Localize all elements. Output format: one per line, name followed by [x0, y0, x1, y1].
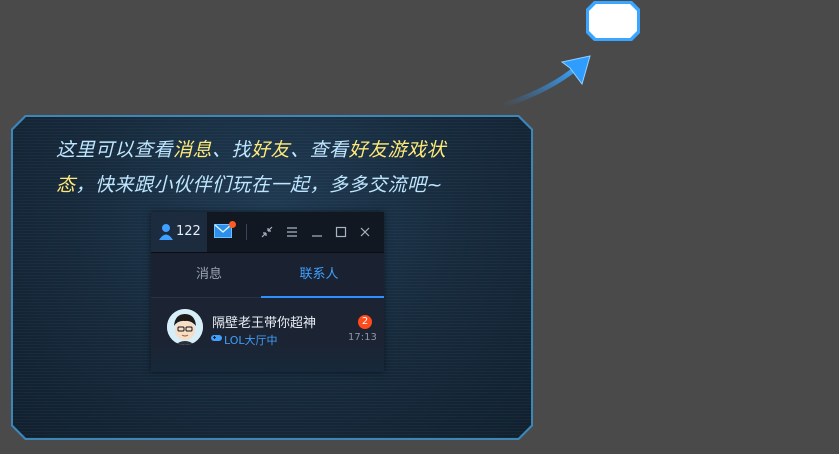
close-icon[interactable]: [357, 224, 373, 240]
tooltip-highlight-game-status: 好友游戏状: [348, 139, 447, 161]
tooltip-highlight-game-status-end: 态: [56, 174, 76, 196]
tooltip-text-segment: ，快来跟小伙伴们玩在一起，多多交流吧~: [75, 174, 443, 196]
avatar-face-icon: [167, 309, 203, 345]
tooltip-text-segment: 、找: [212, 139, 252, 161]
contacts-count-tab[interactable]: 122: [151, 212, 207, 252]
tooltip-text-segment: 、查看: [290, 139, 349, 161]
avatar: [167, 309, 203, 345]
panel-fade-overlay: [151, 342, 384, 372]
pointer-arrow-icon: [499, 55, 591, 109]
menu-icon[interactable]: [284, 224, 300, 240]
minimize-icon[interactable]: [309, 224, 325, 240]
tab-contacts[interactable]: 联系人: [261, 253, 377, 297]
gamepad-icon: [211, 335, 222, 341]
contact-name: 隔壁老王带你超神: [212, 316, 317, 331]
contact-count: 122: [176, 224, 201, 239]
social-panel-preview: 122 消息 联系人 隔壁老王带你超神 LOL大厅中 2 17:13: [151, 212, 384, 372]
highlight-target[interactable]: [589, 4, 637, 38]
panel-tabs: 消息 联系人: [151, 253, 384, 297]
panel-toolbar: 122: [151, 212, 384, 253]
tooltip-highlight-friends: 好友: [251, 139, 291, 161]
tooltip-highlight-messages: 消息: [173, 139, 213, 161]
unread-badge: 2: [358, 315, 372, 329]
tooltip-text-segment: 这里可以查看: [56, 139, 174, 161]
mail-notification-dot: [229, 221, 236, 228]
tooltip-text: 这里可以查看消息、找好友、查看好友游戏状 态，快来跟小伙伴们玩在一起，多多交流吧…: [56, 133, 516, 203]
toolbar-divider: [246, 224, 247, 240]
compact-icon[interactable]: [259, 224, 275, 240]
person-icon: [159, 224, 173, 240]
tab-messages[interactable]: 消息: [151, 253, 267, 297]
maximize-icon[interactable]: [333, 224, 349, 240]
